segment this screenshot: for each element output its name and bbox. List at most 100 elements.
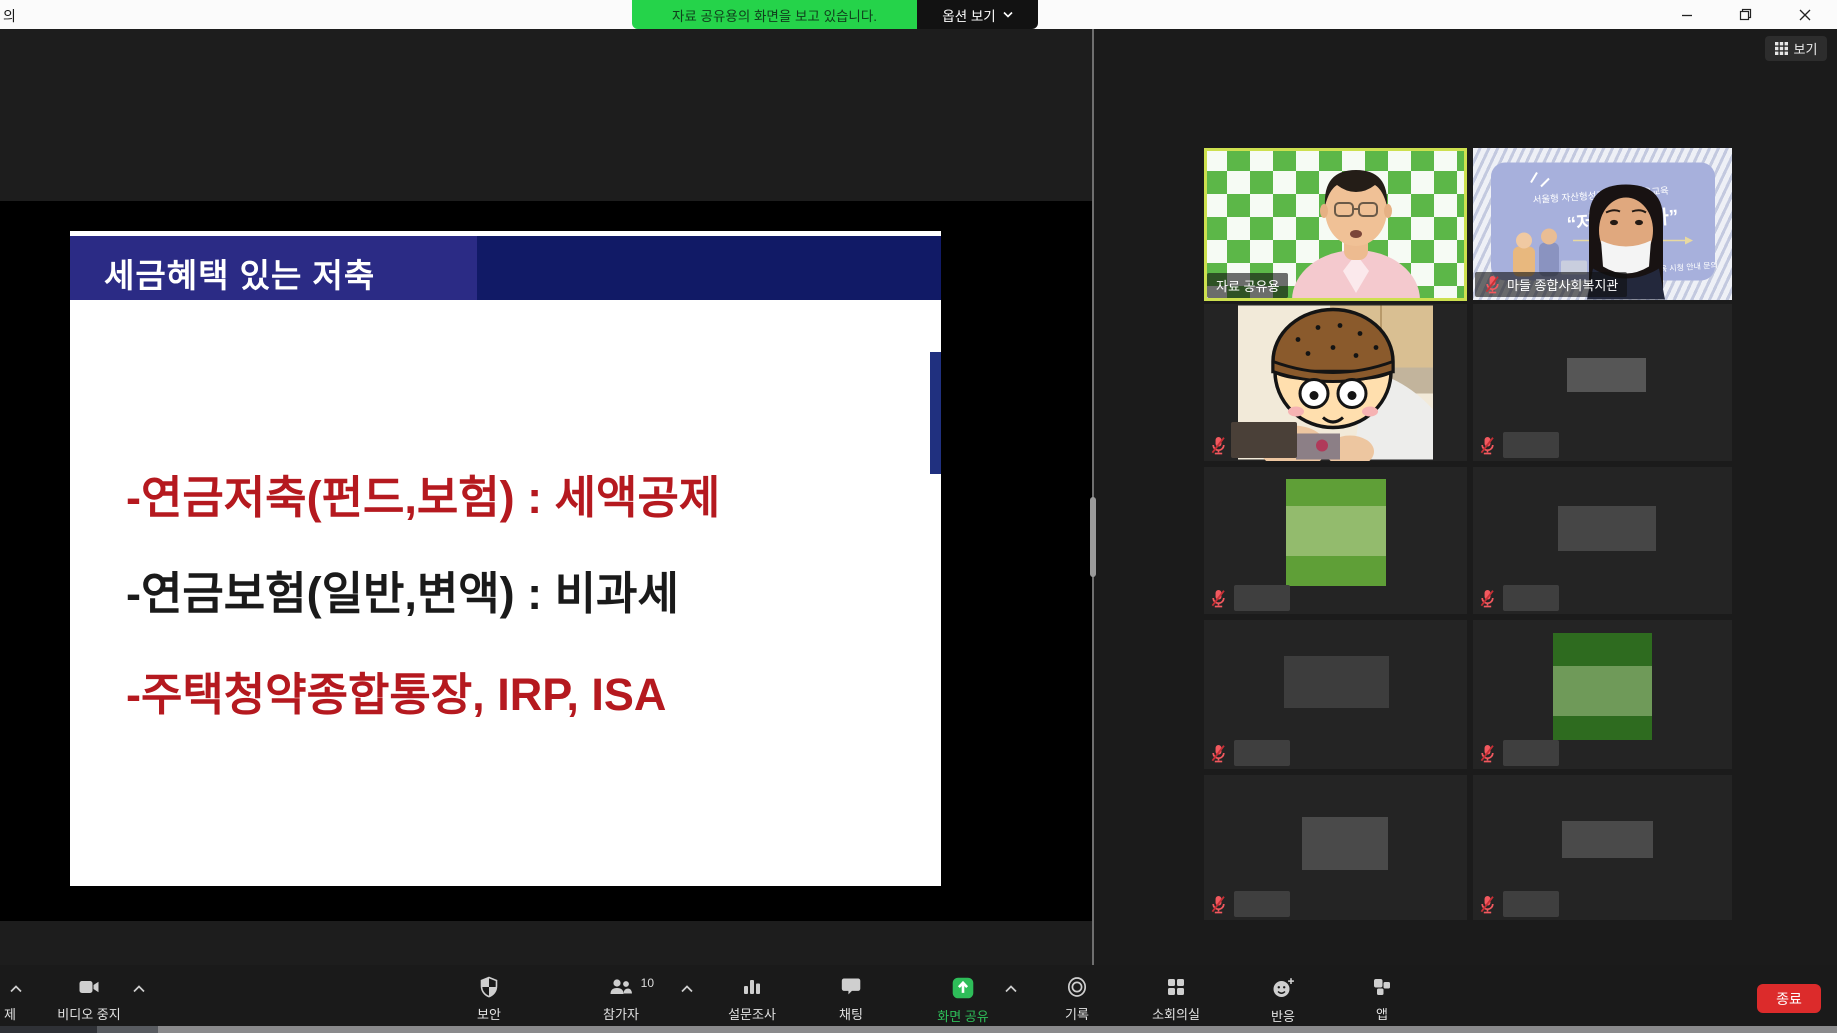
toolbar-security-button[interactable]: 보안 [441, 965, 537, 1023]
breakout-rooms-icon [1164, 975, 1188, 999]
toolbar-label: 참가자 [603, 1004, 639, 1023]
blurred-name-box [1567, 358, 1646, 392]
mic-muted-icon [1210, 744, 1227, 763]
close-button[interactable] [1782, 0, 1828, 29]
toolbar-reactions-button[interactable]: 반응 [1235, 965, 1331, 1023]
toolbar-label: 비디오 중지 [57, 1004, 120, 1023]
presentation-slide: 세금혜택 있는 저축 -연금저축(펀드,보험) : 세액공제-연금보험(일반,변… [70, 231, 941, 886]
mic-muted-icon [1479, 895, 1496, 914]
chevron-down-icon [1003, 11, 1013, 18]
toolbar-polls-button[interactable]: 설문조사 [704, 965, 800, 1023]
toolbar-stop-video-button[interactable]: 비디오 중지 [41, 965, 137, 1023]
toolbar-apps-button[interactable]: 앱 [1334, 965, 1430, 1023]
toolbar-record-button[interactable]: 기록 [1029, 965, 1125, 1023]
chevron-up-icon [8, 983, 24, 995]
minimize-icon [1681, 9, 1693, 21]
view-button-label: 보기 [1794, 39, 1818, 58]
minimize-button[interactable] [1664, 0, 1710, 29]
shield-icon [477, 975, 501, 999]
toolbar-label: 설문조사 [728, 1004, 776, 1023]
participant-tile-5[interactable] [1204, 467, 1467, 614]
restore-icon [1739, 8, 1752, 21]
chevron-up-icon [131, 983, 147, 995]
blurred-name-pill [1234, 740, 1290, 766]
poll-chart-icon [740, 975, 764, 999]
banner-text: 자료 공유용의 화면을 보고 있습니다. [672, 5, 877, 25]
participant-tile-6[interactable] [1473, 467, 1732, 614]
participant-tile-8[interactable] [1473, 620, 1732, 769]
mic-muted-indicator [1210, 744, 1227, 763]
view-options-dropdown[interactable]: 옵션 보기 [917, 0, 1038, 29]
chevron-up-icon [1003, 983, 1019, 995]
mic-muted-indicator [1479, 744, 1496, 763]
blurred-video-band [1286, 506, 1386, 556]
blurred-name-box [1562, 821, 1653, 858]
toolbar-label: 채팅 [839, 1004, 863, 1023]
blurred-name-pill [1234, 891, 1290, 917]
camera-icon [76, 975, 102, 999]
blurred-video [1553, 633, 1652, 740]
end-meeting-button[interactable]: 종료 [1757, 984, 1821, 1013]
slide-body-line-3: -주택청약종합통장, IRP, ISA [126, 658, 666, 723]
mic-muted-indicator [1210, 436, 1227, 455]
toolbar-participants-button[interactable]: 10참가자 [573, 965, 669, 1023]
slide-title-band: 세금혜택 있는 저축 [70, 236, 941, 300]
slide-body-line-1: -연금저축(펀드,보험) : 세액공제 [126, 461, 720, 526]
share-options-chevron[interactable] [1003, 983, 1019, 997]
blurred-name-pill [1503, 432, 1559, 458]
gallery-grid-icon [1775, 42, 1788, 55]
blurred-video [1286, 479, 1386, 586]
mic-muted-icon [1479, 744, 1496, 763]
presentation-letterbox: 세금혜택 있는 저축 -연금저축(펀드,보험) : 세액공제-연금보험(일반,변… [0, 201, 1092, 921]
record-icon [1065, 975, 1089, 999]
participant-name-label: 자료 공유용 [1207, 273, 1288, 298]
toolbar-label: 소회의실 [1152, 1004, 1200, 1023]
toolbar-label: 기록 [1065, 1004, 1089, 1023]
video-options-chevron[interactable] [131, 983, 147, 997]
participant-tile-3[interactable] [1204, 304, 1467, 461]
viewing-shared-screen-banner: 자료 공유용의 화면을 보고 있습니다. [632, 0, 917, 29]
chevron-up-icon [679, 983, 695, 995]
participant-tile-4[interactable] [1473, 304, 1732, 461]
restore-button[interactable] [1722, 0, 1768, 29]
zoom-meeting-window: 의 자료 공유용의 화면을 보고 있습니다. 옵션 보기 세금혜택 있는 저축 … [0, 0, 1837, 1033]
view-button[interactable]: 보기 [1765, 36, 1827, 61]
participant-tile-2[interactable]: 서울형 자산형성지원사업 금융교육“저축과 투자”금융교육 시청 안내 문의마들… [1473, 148, 1732, 300]
chat-bubble-icon [839, 975, 863, 999]
participant-tile-9[interactable] [1204, 775, 1467, 920]
taskbar-sliver-light [158, 1026, 1837, 1033]
participants-options-chevron[interactable] [679, 983, 695, 997]
participants-icon [608, 975, 634, 999]
slide-edge-decoration [930, 352, 941, 474]
blurred-name-pill [1231, 422, 1297, 458]
slide-title: 세금혜택 있는 저축 [104, 249, 375, 297]
shared-screen-stage: 세금혜택 있는 저축 -연금저축(펀드,보험) : 세액공제-연금보험(일반,변… [0, 29, 1092, 965]
toolbar-unmute-partial-label: 제 [4, 1004, 16, 1023]
mic-muted-indicator [1479, 589, 1496, 608]
participant-tile-1[interactable]: 자료 공유용 [1204, 148, 1467, 301]
window-title-text: 의 [3, 6, 16, 26]
view-options-label: 옵션 보기 [942, 5, 995, 25]
scrollbar-thumb[interactable] [1090, 497, 1096, 577]
blurred-name-box [1284, 656, 1389, 708]
mic-muted-icon [1484, 275, 1501, 294]
mic-muted-indicator [1479, 436, 1496, 455]
mic-muted-indicator [1210, 895, 1227, 914]
taskbar-sliver-mid [97, 1026, 158, 1033]
blurred-name-pill [1234, 585, 1290, 611]
mic-muted-icon [1479, 589, 1496, 608]
participant-count-badge: 10 [641, 976, 654, 990]
mic-muted-icon [1210, 589, 1227, 608]
apps-icon [1370, 975, 1394, 999]
toolbar-label: 반응 [1271, 1006, 1295, 1025]
taskbar-sliver-dark [0, 1026, 97, 1033]
unmute-options-chevron[interactable] [8, 983, 24, 997]
mic-muted-icon [1210, 895, 1227, 914]
blurred-name-box [1558, 506, 1656, 551]
toolbar-share-screen-button[interactable]: 화면 공유 [915, 965, 1011, 1023]
toolbar-breakout-rooms-button[interactable]: 소회의실 [1128, 965, 1224, 1023]
participant-tile-7[interactable] [1204, 620, 1467, 769]
toolbar-label: 보안 [477, 1004, 501, 1023]
toolbar-chat-button[interactable]: 채팅 [803, 965, 899, 1023]
participant-tile-10[interactable] [1473, 775, 1732, 920]
